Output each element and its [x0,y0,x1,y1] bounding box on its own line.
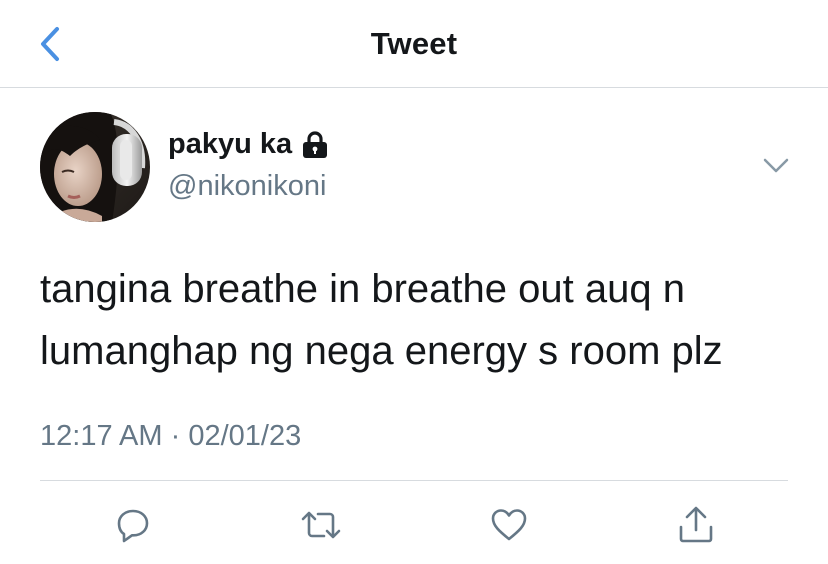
chevron-down-icon [763,158,789,173]
divider [40,480,788,481]
timestamp-separator: · [170,420,181,452]
tweet-date: 02/01/23 [188,420,302,452]
avatar-image [40,112,150,222]
page-title: Tweet [370,26,458,61]
avatar[interactable] [40,112,150,222]
reply-icon [117,509,149,543]
share-button[interactable] [671,500,721,550]
tweet-text-line-1: tangina breathe in breathe out auq n [40,267,685,311]
share-icon [679,506,713,543]
like-button[interactable] [484,500,534,550]
navigation-header: Tweet [0,0,828,88]
reply-button[interactable] [108,500,158,550]
tweet-timestamp[interactable]: 12:17 AM · 02/01/23 [40,420,301,453]
tweet-detail-screen: Tweet pakyu ka @nikonikoni tangina breat… [0,0,828,564]
tweet-text: tangina breathe in breathe out auq n lum… [40,258,800,382]
retweet-button[interactable] [296,500,346,550]
tweet-menu-button[interactable] [756,150,796,182]
author-display-name: pakyu ka [168,128,293,160]
lock-icon [303,130,328,158]
retweet-icon [301,511,341,539]
heart-icon [491,509,527,541]
author-handle[interactable]: @nikonikoni [168,170,326,203]
tweet-time: 12:17 AM [40,420,163,452]
tweet-text-line-2: lumanghap ng nega energy s room plz [40,329,723,373]
author-name-row[interactable]: pakyu ka [168,128,328,161]
action-bar [0,500,828,550]
